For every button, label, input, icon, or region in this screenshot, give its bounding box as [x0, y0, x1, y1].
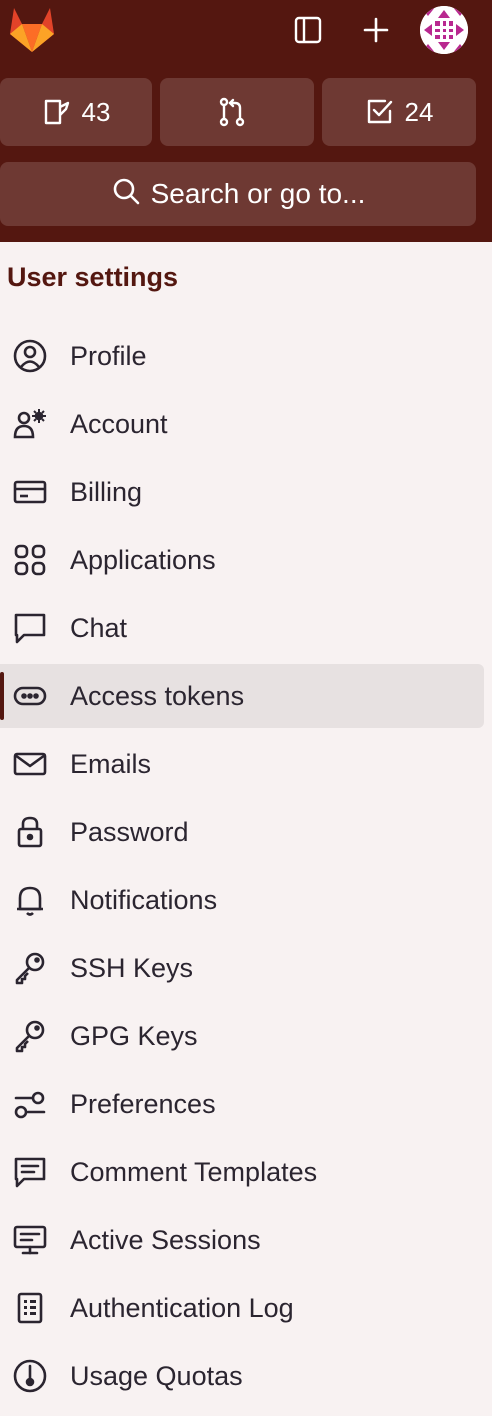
todos-counter-button[interactable]: 24	[322, 78, 476, 146]
token-icon	[12, 678, 48, 714]
sidebar-item-profile[interactable]: Profile	[0, 322, 492, 390]
preferences-icon	[12, 1086, 48, 1122]
sidebar-section-title: User settings	[7, 262, 179, 292]
sidebar-item-billing[interactable]: Billing	[0, 458, 492, 526]
sidebar-item-label: Notifications	[70, 884, 218, 915]
sidebar-item-active-sessions[interactable]: Active Sessions	[0, 1206, 492, 1274]
search-label: Search or go to...	[150, 178, 366, 209]
sidebar-item-label: Applications	[70, 544, 216, 575]
search-icon	[111, 176, 141, 213]
sidebar-item-label: Active Sessions	[70, 1224, 261, 1255]
sidebar-item-preferences[interactable]: Preferences	[0, 1070, 492, 1138]
sidebar-item-authentication-log[interactable]: Authentication Log	[0, 1274, 492, 1342]
sidebar-item-label: Account	[70, 408, 168, 439]
tanuki-logo[interactable]	[6, 4, 58, 54]
user-settings-nav: Profile Account Billing Applications Cha…	[0, 322, 492, 1410]
issues-count: 43	[81, 96, 111, 127]
sidebar-item-label: GPG Keys	[70, 1020, 198, 1051]
profile-icon	[12, 338, 48, 374]
search-button[interactable]: Search or go to...	[0, 162, 476, 226]
sidebar-item-emails[interactable]: Emails	[0, 730, 492, 798]
log-icon	[12, 1290, 48, 1326]
credit-card-icon	[12, 474, 48, 510]
merge-requests-button[interactable]	[160, 78, 314, 146]
key-icon	[12, 1018, 48, 1054]
plus-icon[interactable]	[354, 10, 398, 50]
sidebar-item-label: Authentication Log	[70, 1292, 294, 1323]
sidebar-item-label: SSH Keys	[70, 952, 194, 983]
sidebar-item-password[interactable]: Password	[0, 798, 492, 866]
bell-icon	[12, 882, 48, 918]
sidebar-item-label: Password	[70, 816, 189, 847]
key-icon	[12, 950, 48, 986]
applications-icon	[12, 542, 48, 578]
sidebar-item-notifications[interactable]: Notifications	[0, 866, 492, 934]
sidebar-item-chat[interactable]: Chat	[0, 594, 492, 662]
sidebar-item-gpg-keys[interactable]: GPG Keys	[0, 1002, 492, 1070]
todo-icon	[365, 97, 395, 127]
sidebar-item-label: Billing	[70, 476, 143, 507]
lock-icon	[12, 814, 48, 850]
sidebar-item-account[interactable]: Account	[0, 390, 492, 458]
sidebar-item-usage-quotas[interactable]: Usage Quotas	[0, 1342, 492, 1410]
sidebar-item-label: Comment Templates	[70, 1156, 318, 1187]
issues-counter-button[interactable]: 43	[0, 78, 152, 146]
todos-count: 24	[404, 96, 434, 127]
quota-icon	[12, 1358, 48, 1394]
sidebar-item-comment-templates[interactable]: Comment Templates	[0, 1138, 492, 1206]
sidebar-item-access-tokens[interactable]: Access tokens	[0, 664, 484, 728]
sidebar-item-applications[interactable]: Applications	[0, 526, 492, 594]
user-avatar[interactable]	[420, 6, 468, 54]
top-bar: 43 24 Search or go to...	[0, 0, 492, 242]
comment-icon	[12, 610, 48, 646]
monitor-icon	[12, 1222, 48, 1258]
sidebar-toggle-icon[interactable]	[288, 10, 328, 50]
sidebar-item-label: Preferences	[70, 1088, 216, 1119]
comment-lines-icon	[12, 1154, 48, 1190]
account-icon	[12, 406, 48, 442]
issues-icon	[42, 97, 72, 127]
sidebar-item-label: Usage Quotas	[70, 1360, 243, 1391]
merge-request-icon	[216, 96, 248, 128]
sidebar-item-label: Emails	[70, 748, 152, 779]
mail-icon	[12, 746, 48, 782]
sidebar-item-label: Profile	[70, 340, 147, 371]
sidebar-item-ssh-keys[interactable]: SSH Keys	[0, 934, 492, 1002]
sidebar-item-label: Access tokens	[70, 680, 245, 711]
sidebar-item-label: Chat	[70, 612, 128, 643]
